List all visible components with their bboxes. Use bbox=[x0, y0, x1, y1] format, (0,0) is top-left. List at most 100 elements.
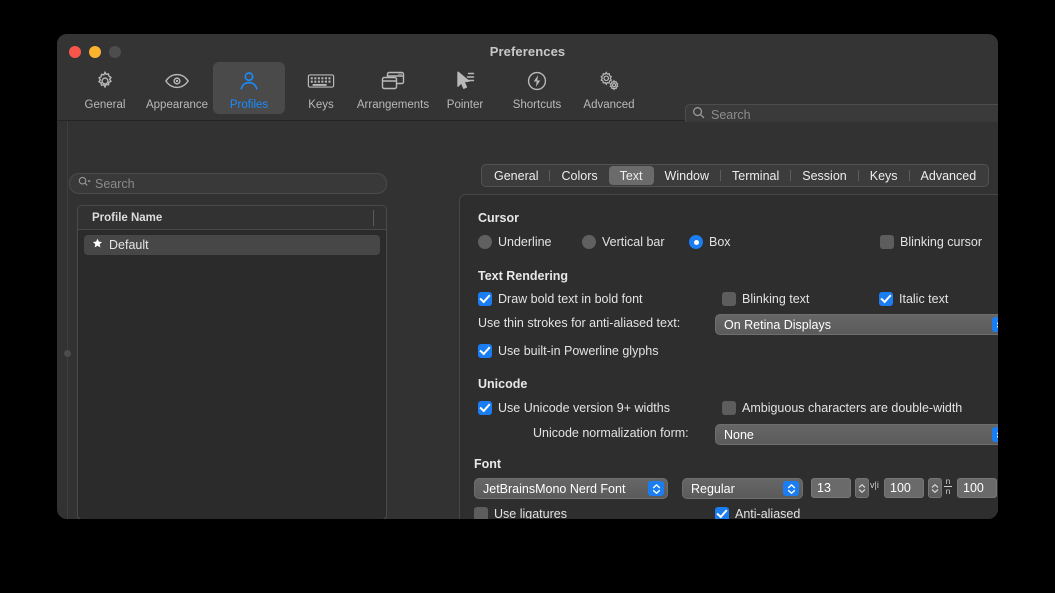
normalization-select[interactable]: None bbox=[715, 424, 998, 445]
checkbox-blinking-text[interactable]: Blinking text bbox=[722, 292, 809, 306]
profile-list-rows: Default bbox=[78, 230, 386, 260]
checkbox-indicator bbox=[879, 292, 893, 306]
section-title-cursor: Cursor bbox=[478, 211, 519, 225]
toolbar-item-label: Pointer bbox=[446, 99, 484, 111]
radio-underline[interactable]: Underline bbox=[478, 235, 552, 249]
checkbox-indicator bbox=[478, 344, 492, 358]
font-family-value: JetBrainsMono Nerd Font bbox=[483, 481, 626, 496]
section-title-font: Font bbox=[474, 457, 502, 471]
thin-strokes-value: On Retina Displays bbox=[724, 317, 831, 332]
gear-icon bbox=[94, 68, 116, 94]
tab-general[interactable]: General bbox=[483, 166, 549, 185]
checkbox-ambiguous-double-width[interactable]: Ambiguous characters are double-width bbox=[722, 401, 962, 415]
thin-strokes-label-wrap: Use thin strokes for anti-aliased text: bbox=[478, 316, 680, 330]
stepper-up-down-icon[interactable] bbox=[928, 478, 942, 498]
splitter[interactable] bbox=[67, 122, 68, 519]
tab-terminal[interactable]: Terminal bbox=[721, 166, 790, 185]
normalization-value: None bbox=[724, 427, 754, 442]
column-header-profile-name: Profile Name bbox=[92, 211, 163, 224]
toolbar-item-shortcuts[interactable]: Shortcuts bbox=[501, 62, 573, 114]
checkbox-powerline-glyphs[interactable]: Use built-in Powerline glyphs bbox=[478, 344, 659, 358]
radio-box[interactable]: Box bbox=[689, 235, 731, 249]
checkbox-indicator bbox=[880, 235, 894, 249]
toolbar-item-pointer[interactable]: Pointer bbox=[429, 62, 501, 114]
list-item[interactable]: Default bbox=[84, 235, 380, 255]
tab-window[interactable]: Window bbox=[654, 166, 720, 185]
horizontal-spacing-glyph: v|i bbox=[870, 480, 879, 490]
toolbar-item-keys[interactable]: Keys bbox=[285, 62, 357, 114]
toolbar: General Appearance Profiles Keys Arrange… bbox=[69, 62, 645, 114]
tab-label: Keys bbox=[869, 168, 898, 183]
toolbar-item-label: General bbox=[84, 99, 126, 111]
stepper-up-down-icon[interactable] bbox=[855, 478, 869, 498]
tab-label: Session bbox=[802, 168, 847, 183]
thin-strokes-select[interactable]: On Retina Displays bbox=[715, 314, 998, 335]
checkbox-unicode-9-widths[interactable]: Use Unicode version 9+ widths bbox=[478, 401, 670, 415]
tab-advanced[interactable]: Advanced bbox=[910, 166, 988, 185]
tab-label: Text bbox=[619, 168, 643, 183]
checkbox-use-ligatures[interactable]: Use ligatures bbox=[474, 507, 567, 519]
vertical-spacing-glyph-top: n bbox=[945, 476, 951, 486]
right-panel: General Colors Text Window Terminal Sess… bbox=[401, 122, 998, 519]
profile-search-input[interactable]: Search bbox=[69, 173, 387, 194]
horizontal-spacing-icon: v|i bbox=[870, 481, 879, 490]
tab-colors[interactable]: Colors bbox=[550, 166, 608, 185]
profile-list[interactable]: Profile Name Default bbox=[77, 205, 387, 519]
bolt-icon bbox=[526, 68, 548, 94]
checkbox-draw-bold-text[interactable]: Draw bold text in bold font bbox=[478, 292, 643, 306]
radio-indicator bbox=[582, 235, 596, 249]
normalization-label: Unicode normalization form: bbox=[533, 426, 689, 440]
chevron-updown-icon bbox=[992, 427, 998, 442]
checkbox-label: Use built-in Powerline glyphs bbox=[498, 344, 659, 358]
tab-session[interactable]: Session bbox=[791, 166, 857, 185]
toolbar-item-label: Advanced bbox=[583, 99, 635, 111]
tab-label: Window bbox=[664, 168, 710, 183]
checkbox-italic-text[interactable]: Italic text bbox=[879, 292, 948, 306]
toolbar-item-arrangements[interactable]: Arrangements bbox=[357, 62, 429, 114]
checkbox-label: Italic text bbox=[899, 292, 949, 306]
font-style-select[interactable]: Regular bbox=[682, 478, 803, 499]
checkbox-blinking-cursor[interactable]: Blinking cursor bbox=[880, 235, 982, 249]
toolbar-item-advanced[interactable]: Advanced bbox=[573, 62, 645, 114]
radio-label: Vertical bar bbox=[602, 235, 665, 249]
font-size-input[interactable]: 13 bbox=[811, 478, 851, 498]
titlebar: Preferences General Appearance Profiles … bbox=[57, 34, 998, 144]
toolbar-item-profiles[interactable]: Profiles bbox=[213, 62, 285, 114]
search-icon bbox=[78, 175, 91, 193]
toolbar-item-label: Appearance bbox=[145, 99, 209, 111]
toolbar-item-label: Shortcuts bbox=[512, 99, 562, 111]
window-body: Search Profile Name Default General Colo… bbox=[57, 122, 998, 519]
toolbar-item-general[interactable]: General bbox=[69, 62, 141, 114]
checkbox-indicator bbox=[478, 401, 492, 415]
checkbox-label: Draw bold text in bold font bbox=[498, 292, 643, 306]
checkbox-label: Anti-aliased bbox=[735, 507, 801, 519]
settings-tabbar: General Colors Text Window Terminal Sess… bbox=[481, 164, 990, 187]
checkbox-anti-aliased[interactable]: Anti-aliased bbox=[715, 507, 800, 519]
window-title: Preferences bbox=[489, 44, 566, 59]
horizontal-spacing-stepper[interactable]: 100 bbox=[884, 478, 942, 498]
font-family-select[interactable]: JetBrainsMono Nerd Font bbox=[474, 478, 668, 499]
eye-icon bbox=[164, 68, 190, 94]
toolbar-item-appearance[interactable]: Appearance bbox=[141, 62, 213, 114]
checkbox-label: Ambiguous characters are double-width bbox=[742, 401, 963, 415]
search-placeholder: Search bbox=[711, 108, 751, 122]
keyboard-icon bbox=[307, 68, 335, 94]
checkbox-indicator bbox=[722, 292, 736, 306]
vertical-spacing-stepper[interactable]: 100 bbox=[957, 478, 998, 498]
thin-strokes-label: Use thin strokes for anti-aliased text: bbox=[478, 316, 681, 330]
horizontal-spacing-input[interactable]: 100 bbox=[884, 478, 924, 498]
radio-vertical-bar[interactable]: Vertical bar bbox=[582, 235, 665, 249]
tab-label: General bbox=[494, 168, 539, 183]
vertical-spacing-input[interactable]: 100 bbox=[957, 478, 997, 498]
splitter-grip[interactable] bbox=[64, 350, 71, 357]
font-size-stepper[interactable]: 13 bbox=[811, 478, 869, 498]
profile-search-placeholder: Search bbox=[95, 176, 135, 191]
tab-keys[interactable]: Keys bbox=[859, 166, 909, 185]
tab-label: Advanced bbox=[920, 168, 977, 183]
star-icon bbox=[92, 238, 103, 252]
tab-label: Terminal bbox=[732, 168, 780, 183]
radio-label: Underline bbox=[498, 235, 552, 249]
column-divider[interactable] bbox=[373, 210, 374, 226]
tab-text[interactable]: Text bbox=[608, 166, 654, 185]
toolbar-item-label: Keys bbox=[308, 99, 334, 111]
